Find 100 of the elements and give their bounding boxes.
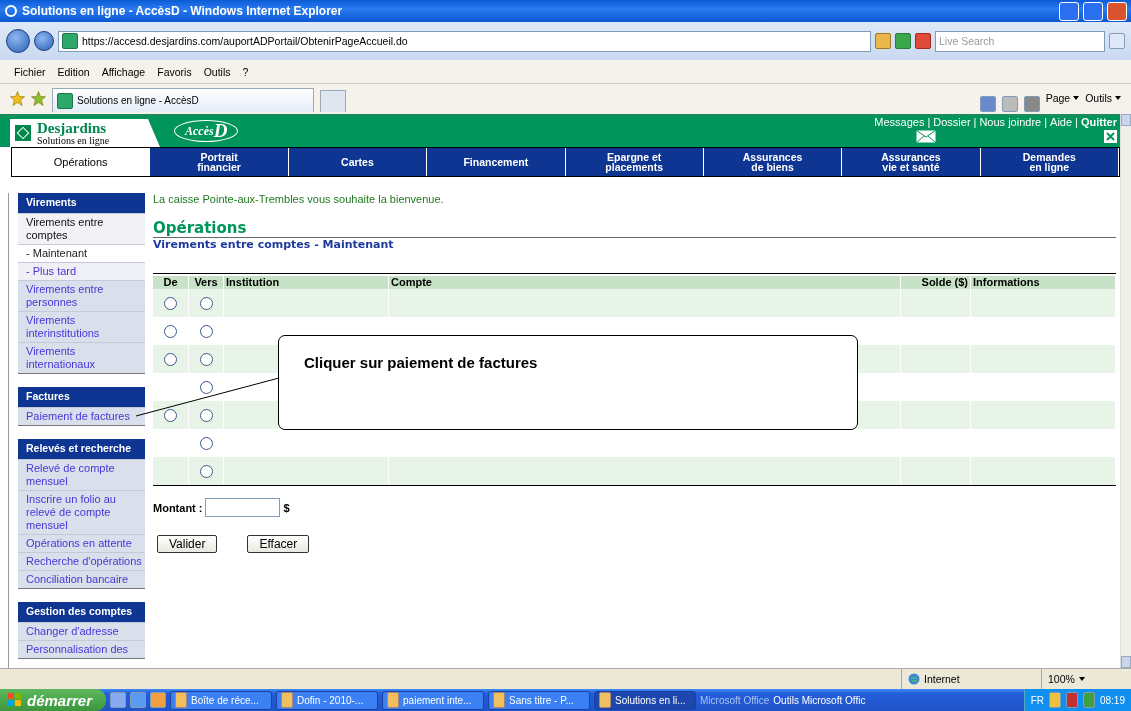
quick-launch-icon[interactable] xyxy=(110,692,127,708)
caret-icon xyxy=(1073,96,1080,100)
to-radio[interactable] xyxy=(199,324,213,338)
scrollbar[interactable] xyxy=(1120,114,1131,668)
maximize-button[interactable] xyxy=(1083,1,1103,21)
column-header: Vers xyxy=(189,276,224,289)
menu-item[interactable]: Favoris xyxy=(157,65,192,78)
tray-icon[interactable] xyxy=(1048,692,1061,708)
separator-text: | xyxy=(973,116,977,128)
taskbar-button[interactable]: Sans titre - P... xyxy=(488,690,591,710)
column-header: De xyxy=(153,276,189,289)
quick-launch-icon[interactable] xyxy=(130,692,147,708)
to-radio[interactable] xyxy=(199,464,213,478)
menu-item[interactable]: ? xyxy=(242,65,249,78)
sidebar-item[interactable]: Virements interinstitutions xyxy=(18,311,145,342)
browser-icon xyxy=(4,4,18,18)
favorites-icon[interactable] xyxy=(10,90,25,106)
to-radio[interactable] xyxy=(199,352,213,366)
sidebar-heading: Relevés et recherche xyxy=(18,439,145,459)
toolbar-button[interactable]: Page xyxy=(1045,92,1080,104)
taskbar-button[interactable]: Dofin - 2010-... xyxy=(276,690,379,710)
separator-text: | xyxy=(1075,116,1078,128)
header-link[interactable]: Quitter xyxy=(1080,116,1117,128)
amount-label: Montant : xyxy=(153,501,203,514)
quick-launch-icon[interactable] xyxy=(150,692,167,708)
nav-tab[interactable]: Cartes xyxy=(288,148,428,176)
caret-icon xyxy=(1078,677,1085,681)
new-tab-button[interactable] xyxy=(320,90,346,112)
header-link[interactable]: Messages xyxy=(874,116,925,128)
header-link[interactable]: Nous joindre xyxy=(979,116,1042,128)
form-button[interactable]: Valider xyxy=(157,535,218,553)
from-radio[interactable] xyxy=(164,296,177,310)
globe-icon xyxy=(908,673,920,685)
to-radio[interactable] xyxy=(199,380,213,394)
sidebar-item[interactable]: Opérations en attente xyxy=(18,534,145,552)
sidebar-item[interactable]: Changer d'adresse xyxy=(18,622,145,640)
nav-tab[interactable]: Assurances de biens xyxy=(703,148,843,176)
minimize-button[interactable] xyxy=(1059,1,1079,21)
separator-text: | xyxy=(1044,116,1048,128)
taskbar-button[interactable]: Solutions en li... xyxy=(594,690,697,710)
menu-item[interactable]: Affichage xyxy=(101,65,146,78)
sidebar-heading: Factures xyxy=(18,387,145,407)
page-heading: Opérations xyxy=(153,219,1116,238)
header-link[interactable]: Dossier xyxy=(933,116,971,128)
sidebar-item[interactable]: Virements internationaux xyxy=(18,342,145,373)
search-button[interactable] xyxy=(1109,33,1125,49)
add-favorite-icon[interactable] xyxy=(31,90,46,106)
to-radio[interactable] xyxy=(199,436,213,450)
address-field[interactable]: https://accesd.desjardins.com/auportADPortail/ObtenirPageAccueil.do xyxy=(58,30,871,52)
taskbar-toolbar[interactable]: Outils Microsoft Offic xyxy=(773,694,866,706)
column-header: Institution xyxy=(224,276,389,289)
taskbar-button[interactable]: paiement inte... xyxy=(382,690,485,710)
search-field[interactable]: Live Search xyxy=(935,30,1105,52)
brand-logo: Desjardins Solutions en ligne xyxy=(10,119,160,147)
from-radio[interactable] xyxy=(164,352,177,366)
sidebar-heading: Gestion des comptes xyxy=(18,602,145,622)
form-button[interactable]: Effacer xyxy=(247,535,310,553)
from-radio[interactable] xyxy=(164,408,177,422)
sidebar-heading: Virements xyxy=(18,193,145,213)
windows-logo-icon xyxy=(8,693,22,707)
welcome-text: La caisse Pointe-aux-Trembles vous souhaite la bienvenue. xyxy=(153,193,445,205)
nav-tab[interactable]: Financement xyxy=(427,148,566,176)
envelope-icon[interactable] xyxy=(916,130,936,143)
from-radio[interactable] xyxy=(164,324,177,338)
sidebar-item[interactable]: Recherche d'opérations xyxy=(18,552,145,570)
menu-item[interactable]: Fichier xyxy=(14,65,46,78)
sidebar-item[interactable]: Paiement de factures xyxy=(18,407,145,425)
currency-text: $ xyxy=(283,501,290,514)
taskbar-group-label: Microsoft Office xyxy=(700,694,770,706)
taskbar-button[interactable]: Boîte de réce... xyxy=(170,690,273,710)
sidebar-item[interactable]: Personnalisation des xyxy=(18,640,145,658)
sidebar-item[interactable]: Inscrire un folio au relevé de compte mensuel xyxy=(18,490,145,534)
close-button[interactable] xyxy=(1107,1,1127,21)
close-icon[interactable] xyxy=(1104,130,1117,143)
sidebar-item[interactable]: Relevé de compte mensuel xyxy=(18,459,145,490)
menu-item[interactable]: Edition xyxy=(57,65,90,78)
amount-field[interactable] xyxy=(205,498,281,517)
nav-tab[interactable]: Epargne et placements xyxy=(565,148,704,176)
to-radio[interactable] xyxy=(199,296,213,310)
window-title: Solutions en ligne - AccèsD - Windows Internet Explorer xyxy=(22,4,344,18)
nav-tab[interactable]: Portrait financier xyxy=(150,148,289,176)
sidebar-item[interactable]: - Plus tard xyxy=(18,262,145,280)
clock-text: 08:19 xyxy=(1099,694,1125,706)
header-link[interactable]: Aide xyxy=(1050,116,1073,128)
sidebar-item[interactable]: Virements entre comptes xyxy=(18,213,145,244)
stop-button[interactable] xyxy=(915,33,931,49)
forward-button[interactable] xyxy=(34,31,54,51)
to-radio[interactable] xyxy=(199,408,213,422)
browser-tab[interactable]: Solutions en ligne - AccèsD xyxy=(52,88,314,112)
caret-icon xyxy=(1115,96,1121,100)
nav-tab[interactable]: Assurances vie et santé xyxy=(842,148,981,176)
tray-icon[interactable] xyxy=(1065,692,1078,708)
column-header: Solde ($) xyxy=(901,276,971,289)
menu-item[interactable]: Outils xyxy=(203,65,231,78)
toolbar-button[interactable]: Outils xyxy=(1085,92,1121,104)
back-button[interactable] xyxy=(6,29,30,53)
nav-tab[interactable]: Demandes en ligne xyxy=(980,148,1119,176)
callout: Cliquer sur paiement de factures xyxy=(278,335,858,430)
sidebar-item[interactable]: Virements entre personnes xyxy=(18,280,145,311)
sidebar-item[interactable]: Conciliation bancaire xyxy=(18,570,145,588)
